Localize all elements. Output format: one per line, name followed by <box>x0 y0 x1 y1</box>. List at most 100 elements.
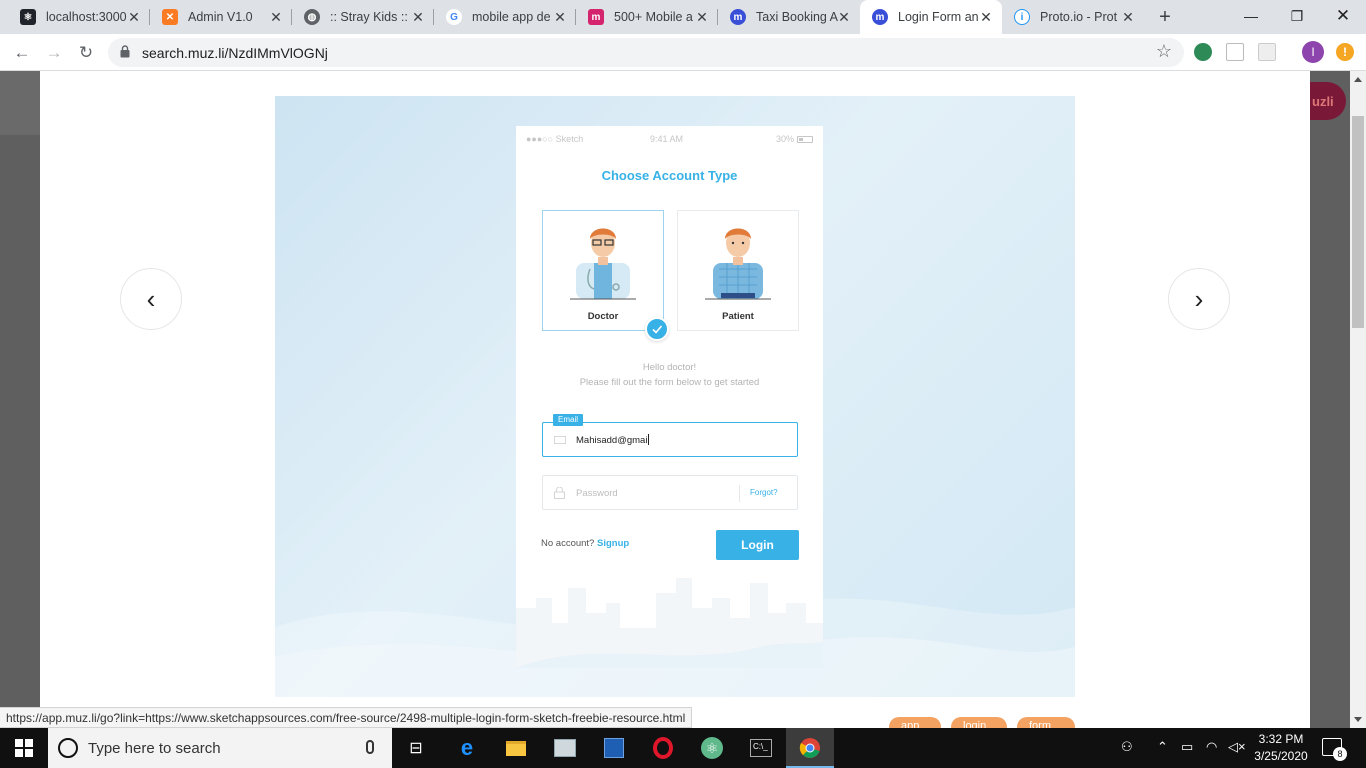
address-bar[interactable]: search.muz.li/NzdIMmVlOGNj ☆ <box>108 38 1184 67</box>
bookmark-star-icon[interactable]: ☆ <box>1156 41 1172 62</box>
back-button[interactable]: ← <box>10 41 34 65</box>
close-icon[interactable]: ✕ <box>1120 9 1136 25</box>
chevron-left-icon: ‹ <box>146 284 156 314</box>
profile-avatar[interactable]: I <box>1302 41 1324 63</box>
close-icon[interactable]: ✕ <box>126 9 142 25</box>
email-value: Mahisadd@gmai <box>576 434 650 446</box>
forward-button[interactable]: → <box>42 41 66 65</box>
field-divider <box>739 485 740 502</box>
close-icon[interactable]: ✕ <box>410 9 426 25</box>
forgot-password-link[interactable]: Forgot? <box>750 488 778 497</box>
action-center-icon[interactable]: 8 <box>1322 738 1347 761</box>
tab-proto-io[interactable]: i Proto.io - Prot ✕ <box>1002 0 1144 34</box>
tab-title: 500+ Mobile a <box>614 10 693 24</box>
extension-globe-icon[interactable] <box>1194 43 1212 61</box>
tab-title: localhost:3000 <box>46 10 127 24</box>
account-card-patient[interactable]: Patient <box>677 210 799 331</box>
taskbar-search[interactable]: Type here to search <box>48 728 392 768</box>
previous-button[interactable]: ‹ <box>120 268 182 330</box>
terminal-icon[interactable]: C:\_ <box>747 734 775 762</box>
tab-strip: ⚛ localhost:3000 ✕ ✕ Admin V1.0 ✕ ◍ :: S… <box>0 0 1366 34</box>
account-label: Doctor <box>587 311 619 322</box>
react-icon: ⚛ <box>20 9 36 25</box>
battery-icon <box>797 135 813 143</box>
tab-stray-kids[interactable]: ◍ :: Stray Kids :: ✕ <box>292 0 434 34</box>
new-tab-button[interactable]: + <box>1154 6 1176 29</box>
taskbar-search-placeholder: Type here to search <box>88 740 221 757</box>
people-icon[interactable]: ⚇ <box>1121 739 1133 755</box>
greeting-text: Hello doctor! <box>642 362 697 373</box>
doctor-avatar-icon <box>570 228 636 300</box>
email-field[interactable]: Mahisadd@gmai <box>542 422 798 457</box>
link-status-bar: https://app.muz.li/go?link=https://www.s… <box>0 707 693 728</box>
close-icon[interactable]: ✕ <box>836 9 852 25</box>
browser-toolbar: ← → ↻ search.muz.li/NzdIMmVlOGNj ☆ I ! <box>0 34 1366 71</box>
minimize-button[interactable]: — <box>1228 0 1274 32</box>
volume-muted-icon[interactable]: ◁× <box>1228 739 1246 755</box>
envelope-icon <box>554 436 566 444</box>
globe-icon: ◍ <box>304 9 320 25</box>
battery-tray-icon[interactable]: ▭ <box>1181 739 1193 755</box>
preview-modal: ‹ › ●●●○○ Sketch 9:41 AM 30% Choose Acco… <box>40 71 1310 737</box>
network-app-icon[interactable] <box>600 734 628 762</box>
url-text: search.muz.li/NzdIMmVlOGNj <box>142 45 328 61</box>
restore-button[interactable]: ❐ <box>1274 0 1320 32</box>
selected-check-icon <box>645 317 669 341</box>
task-view-icon[interactable]: ⊟ <box>402 734 430 762</box>
tab-admin[interactable]: ✕ Admin V1.0 ✕ <box>150 0 292 34</box>
extension-pocket-icon[interactable] <box>1226 43 1244 61</box>
next-button[interactable]: › <box>1168 268 1230 330</box>
file-explorer-icon[interactable] <box>502 734 530 762</box>
close-icon[interactable]: ✕ <box>268 9 284 25</box>
reload-button[interactable]: ↻ <box>74 41 98 65</box>
tab-google[interactable]: G mobile app de ✕ <box>434 0 576 34</box>
scroll-up-arrow-icon[interactable] <box>1354 77 1362 82</box>
instruction-text: Please fill out the form below to get st… <box>579 377 760 388</box>
tab-title: Proto.io - Prot <box>1040 10 1118 24</box>
windows-taskbar: Type here to search ⊟ e ⚛ C:\_ ⚇ ⌃ ▭ ◠ ◁… <box>0 728 1366 768</box>
chrome-icon[interactable] <box>796 734 824 762</box>
tab-login-form[interactable]: m Login Form an ✕ <box>860 0 1002 34</box>
page-left-overlay <box>0 71 40 728</box>
system-clock[interactable]: 3:32 PM 3/25/2020 <box>1248 731 1314 765</box>
windows-logo-icon <box>15 739 33 757</box>
close-icon[interactable]: ✕ <box>694 9 710 25</box>
battery-group: 30% <box>776 134 813 144</box>
edge-icon[interactable]: e <box>453 734 481 762</box>
email-field-label: Email <box>553 414 584 426</box>
scroll-down-arrow-icon[interactable] <box>1354 717 1362 722</box>
close-icon[interactable]: ✕ <box>978 9 994 25</box>
wifi-icon[interactable]: ◠ <box>1206 739 1217 755</box>
email-input-text: Mahisadd@gmai <box>576 435 648 446</box>
start-button[interactable] <box>0 728 48 768</box>
page-right-overlay <box>1310 71 1350 728</box>
tab-500-mobile[interactable]: m 500+ Mobile a ✕ <box>576 0 718 34</box>
tab-title: Admin V1.0 <box>188 10 253 24</box>
close-window-button[interactable]: ✕ <box>1320 0 1366 32</box>
lock-icon <box>120 45 130 58</box>
tab-localhost[interactable]: ⚛ localhost:3000 ✕ <box>8 0 150 34</box>
show-hidden-icons-chevron-icon[interactable]: ⌃ <box>1157 739 1168 755</box>
patient-avatar-icon <box>705 228 771 300</box>
update-alert-icon[interactable]: ! <box>1336 43 1354 61</box>
close-icon[interactable]: ✕ <box>552 9 568 25</box>
padlock-icon <box>554 487 565 499</box>
account-card-doctor[interactable]: Doctor <box>542 210 664 331</box>
password-field[interactable]: Password Forgot? <box>542 475 798 510</box>
control-panel-icon[interactable] <box>551 734 579 762</box>
account-label: Patient <box>722 311 754 322</box>
login-button[interactable]: Login <box>716 530 799 560</box>
signup-link[interactable]: Signup <box>597 538 629 549</box>
extension-grid-icon[interactable] <box>1258 43 1276 61</box>
atom-icon[interactable]: ⚛ <box>698 734 726 762</box>
microphone-icon[interactable] <box>366 740 374 754</box>
m-icon: m <box>588 9 604 25</box>
opera-icon[interactable] <box>649 734 677 762</box>
tab-title: mobile app de <box>472 10 551 24</box>
page-scrollbar[interactable] <box>1350 71 1366 728</box>
scrollbar-thumb[interactable] <box>1352 116 1364 328</box>
status-time: 9:41 AM <box>650 134 684 144</box>
tab-taxi-booking[interactable]: m Taxi Booking A ✕ <box>718 0 860 34</box>
info-icon: i <box>1014 9 1030 25</box>
notification-count-badge: 8 <box>1333 747 1347 761</box>
